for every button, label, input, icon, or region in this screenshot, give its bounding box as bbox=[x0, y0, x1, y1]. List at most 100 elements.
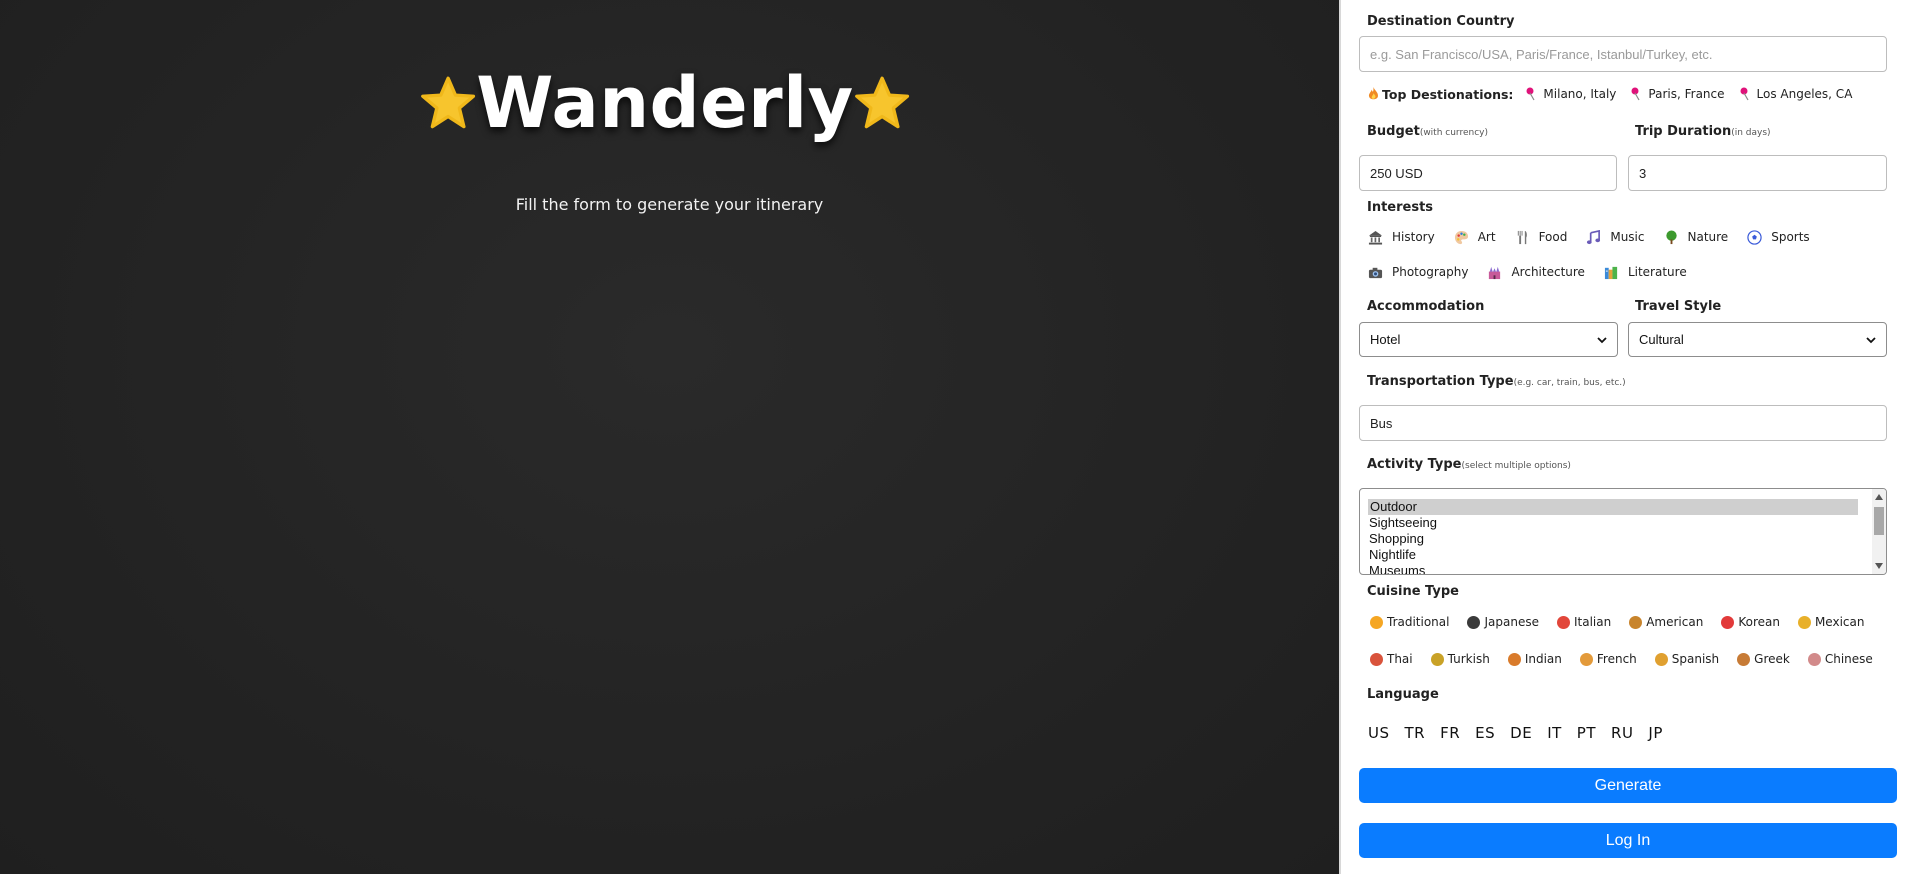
dumpling-icon bbox=[1807, 652, 1821, 666]
activity-option-sightseeing[interactable]: Sightseeing bbox=[1360, 515, 1870, 531]
accommodation-value: Hotel bbox=[1370, 332, 1401, 347]
interest-label: Food bbox=[1538, 230, 1568, 244]
activity-scrollbar[interactable] bbox=[1872, 489, 1886, 574]
travel-style-select[interactable]: Cultural bbox=[1628, 322, 1887, 357]
language-ru[interactable]: RU bbox=[1611, 724, 1633, 742]
generate-button[interactable]: Generate bbox=[1359, 768, 1897, 803]
cuisine-label: American bbox=[1646, 615, 1704, 629]
cuisine-label: Mexican bbox=[1814, 615, 1865, 629]
activity-option-museums[interactable]: Museums bbox=[1360, 563, 1870, 574]
music-note-icon bbox=[1587, 229, 1601, 244]
cuisine-mexican[interactable]: Mexican bbox=[1797, 615, 1865, 629]
paella-icon bbox=[1654, 652, 1668, 666]
top-destination-los-angeles[interactable]: Los Angeles, CA bbox=[1739, 87, 1853, 101]
bank-icon bbox=[1368, 230, 1383, 245]
interest-music[interactable]: Music bbox=[1586, 229, 1645, 245]
top-destination-label: Los Angeles, CA bbox=[1756, 87, 1853, 101]
cuisine-row: Traditional Japanese Italian American Ko… bbox=[1370, 613, 1882, 631]
language-pt[interactable]: PT bbox=[1577, 724, 1596, 742]
cuisine-french[interactable]: French bbox=[1579, 652, 1637, 666]
duration-input[interactable] bbox=[1628, 155, 1887, 191]
language-fr[interactable]: FR bbox=[1440, 724, 1460, 742]
taco-icon bbox=[1797, 615, 1811, 629]
interest-food[interactable]: Food bbox=[1515, 230, 1568, 245]
cuisine-label: Cuisine Type bbox=[1367, 584, 1459, 599]
transportation-input[interactable] bbox=[1359, 405, 1887, 441]
cuisine-label: Chinese bbox=[1824, 652, 1873, 666]
interest-label: Music bbox=[1610, 230, 1645, 244]
cuisine-row: Thai Turkish Indian French Spanish Greek… bbox=[1370, 650, 1891, 668]
language-options: US TR FR ES DE IT PT RU JP bbox=[1368, 724, 1678, 742]
activity-option-shopping[interactable]: Shopping bbox=[1360, 531, 1870, 547]
cuisine-italian[interactable]: Italian bbox=[1556, 615, 1611, 629]
activity-multiselect[interactable]: Outdoor Sightseeing Shopping Nightlife M… bbox=[1359, 488, 1887, 575]
top-destination-paris[interactable]: Paris, France bbox=[1630, 87, 1725, 101]
books-icon bbox=[1604, 266, 1618, 279]
interest-label: Nature bbox=[1687, 230, 1729, 244]
interest-nature[interactable]: Nature bbox=[1664, 229, 1729, 245]
tree-icon bbox=[1665, 229, 1677, 244]
drumstick-icon bbox=[1737, 652, 1751, 666]
cuisine-turkish[interactable]: Turkish bbox=[1430, 652, 1490, 666]
brand-header: Wanderly bbox=[420, 58, 910, 148]
star-icon bbox=[421, 76, 476, 129]
language-label: Language bbox=[1367, 687, 1439, 702]
language-us[interactable]: US bbox=[1368, 724, 1390, 742]
app-title: Wanderly bbox=[476, 62, 854, 144]
duration-label-text: Trip Duration bbox=[1635, 124, 1732, 139]
language-it[interactable]: IT bbox=[1547, 724, 1562, 742]
scroll-up-icon[interactable] bbox=[1875, 494, 1883, 500]
page-subtitle: Fill the form to generate your itinerary bbox=[515, 195, 824, 214]
activity-hint: (select multiple options) bbox=[1461, 461, 1571, 471]
pushpin-icon bbox=[1740, 87, 1749, 101]
transportation-label-text: Transportation Type bbox=[1367, 374, 1514, 389]
scroll-down-icon[interactable] bbox=[1875, 563, 1883, 569]
shrimp-icon bbox=[1370, 652, 1383, 666]
budget-input[interactable] bbox=[1359, 155, 1617, 191]
language-tr[interactable]: TR bbox=[1405, 724, 1426, 742]
cuisine-traditional[interactable]: Traditional bbox=[1370, 615, 1449, 629]
activity-option-nightlife[interactable]: Nightlife bbox=[1360, 547, 1870, 563]
curry-icon bbox=[1507, 652, 1521, 666]
interest-art[interactable]: Art bbox=[1454, 230, 1496, 245]
cuisine-chinese[interactable]: Chinese bbox=[1807, 652, 1873, 666]
language-jp[interactable]: JP bbox=[1648, 724, 1662, 742]
scrollbar-thumb[interactable] bbox=[1874, 507, 1884, 535]
budget-hint: (with currency) bbox=[1419, 128, 1489, 138]
transportation-hint: (e.g. car, train, bus, etc.) bbox=[1513, 378, 1626, 388]
interest-label: Sports bbox=[1771, 230, 1810, 244]
top-destination-label: Milano, Italy bbox=[1543, 87, 1617, 101]
language-es[interactable]: ES bbox=[1475, 724, 1495, 742]
top-destination-milano[interactable]: Milano, Italy bbox=[1525, 87, 1616, 101]
interest-architecture[interactable]: Architecture bbox=[1487, 265, 1585, 280]
accommodation-select[interactable]: Hotel bbox=[1359, 322, 1618, 357]
activity-option-outdoor[interactable]: Outdoor bbox=[1368, 499, 1858, 515]
pushpin-icon bbox=[1526, 87, 1535, 101]
cuisine-thai[interactable]: Thai bbox=[1370, 652, 1413, 666]
interest-label: History bbox=[1392, 230, 1435, 244]
cuisine-korean[interactable]: Korean bbox=[1721, 615, 1780, 629]
interest-history[interactable]: History bbox=[1368, 230, 1435, 245]
cuisine-japanese[interactable]: Japanese bbox=[1467, 615, 1539, 629]
cuisine-spanish[interactable]: Spanish bbox=[1654, 652, 1719, 666]
pushpin-icon bbox=[1631, 87, 1640, 101]
login-button[interactable]: Log In bbox=[1359, 823, 1897, 858]
language-de[interactable]: DE bbox=[1510, 724, 1532, 742]
interest-photography[interactable]: Photography bbox=[1368, 265, 1468, 280]
cuisine-label: Traditional bbox=[1387, 615, 1450, 629]
cuisine-american[interactable]: American bbox=[1629, 615, 1703, 629]
interest-sports[interactable]: Sports bbox=[1747, 229, 1810, 245]
destination-label: Destination Country bbox=[1367, 14, 1515, 29]
cuisine-greek[interactable]: Greek bbox=[1737, 652, 1790, 666]
duration-label: Trip Duration(in days) bbox=[1635, 124, 1771, 139]
interest-literature[interactable]: Literature bbox=[1604, 265, 1687, 280]
castle-icon bbox=[1489, 266, 1501, 279]
duration-hint: (in days) bbox=[1731, 128, 1771, 138]
cuisine-label: French bbox=[1596, 652, 1637, 666]
star-icon bbox=[854, 76, 909, 129]
chevron-down-icon bbox=[1866, 336, 1876, 343]
transportation-label: Transportation Type(e.g. car, train, bus… bbox=[1367, 374, 1626, 389]
cuisine-indian[interactable]: Indian bbox=[1507, 652, 1562, 666]
destination-input[interactable] bbox=[1359, 36, 1887, 72]
activity-options: Outdoor Sightseeing Shopping Nightlife M… bbox=[1360, 499, 1870, 574]
